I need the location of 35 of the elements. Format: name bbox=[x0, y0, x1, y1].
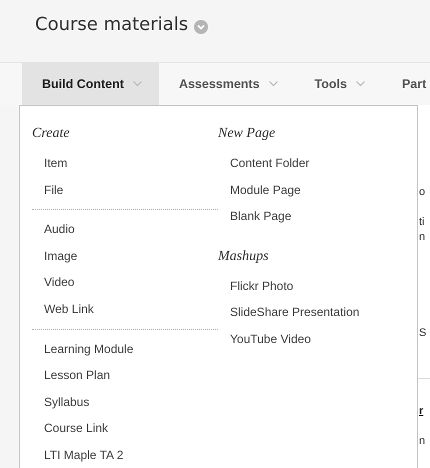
chevron-down-icon[interactable] bbox=[194, 20, 208, 34]
text-fragment: n bbox=[419, 435, 426, 447]
menu-item[interactable]: YouTube Video bbox=[218, 326, 417, 353]
menu-item[interactable]: Flickr Photo bbox=[218, 272, 417, 300]
menu-item[interactable]: Lesson Plan bbox=[32, 362, 218, 389]
menu-item[interactable]: SlideShare Presentation bbox=[218, 299, 417, 326]
link-text[interactable]: r bbox=[419, 405, 424, 417]
text-fragment: S bbox=[419, 327, 426, 339]
menu-item[interactable]: Video bbox=[32, 269, 218, 296]
menu-item[interactable]: Module Page bbox=[218, 176, 417, 204]
menu-tab[interactable]: Tools bbox=[294, 63, 382, 105]
menu-item[interactable]: Syllabus bbox=[32, 388, 218, 416]
menu-item[interactable]: Web Link bbox=[32, 296, 218, 323]
section-heading: Create bbox=[32, 125, 71, 143]
menu-tab[interactable]: Part bbox=[382, 63, 430, 105]
menu-item[interactable]: Learning Module bbox=[32, 336, 218, 362]
caret-icon bbox=[356, 81, 365, 87]
menu-item[interactable]: Image bbox=[32, 242, 218, 270]
menu-item[interactable]: Audio bbox=[32, 216, 218, 243]
menu-tab[interactable]: Build Content bbox=[22, 63, 159, 105]
menu-item[interactable]: Content Folder bbox=[218, 150, 417, 177]
menu-tab[interactable]: Assessments bbox=[158, 63, 295, 105]
menu-item[interactable]: Course Link bbox=[32, 415, 218, 442]
section-heading: New Page bbox=[218, 125, 276, 143]
caret-icon bbox=[268, 81, 278, 87]
page-title: Course materials bbox=[35, 13, 188, 37]
caret-icon bbox=[132, 81, 142, 87]
text-fragment: ti bbox=[419, 216, 424, 228]
menu-item[interactable]: LTI Maple TA 2 bbox=[32, 442, 218, 468]
text-fragment: o bbox=[419, 186, 426, 198]
text-fragment: n bbox=[419, 231, 426, 243]
menu-item[interactable]: Blank Page bbox=[218, 203, 417, 230]
section-heading: Mashups bbox=[218, 248, 270, 266]
menu-item[interactable]: Item bbox=[32, 150, 218, 177]
menu-item[interactable]: File bbox=[32, 176, 218, 204]
